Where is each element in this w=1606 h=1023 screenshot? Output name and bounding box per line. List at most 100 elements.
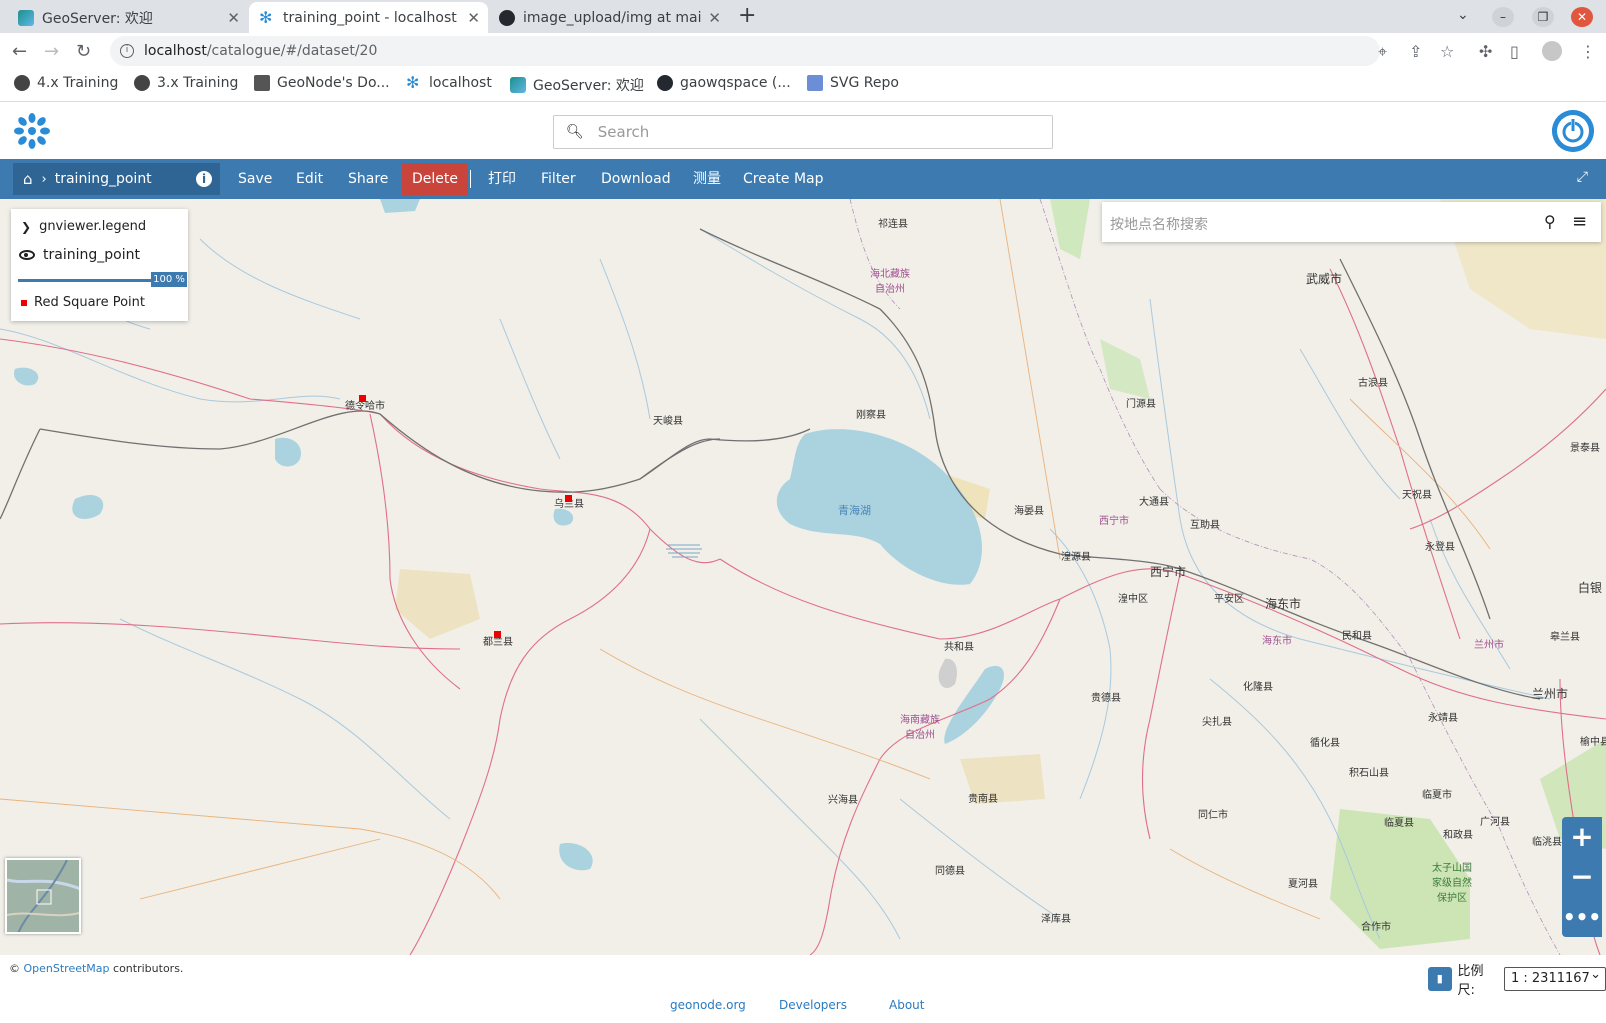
svg-repo-icon bbox=[807, 75, 823, 91]
site-info-icon[interactable]: i bbox=[120, 44, 134, 58]
footer-link-developers[interactable]: Developers bbox=[779, 998, 847, 1012]
hamburger-menu-icon[interactable]: ≡ bbox=[1572, 211, 1587, 232]
minimize-icon[interactable]: – bbox=[1492, 7, 1514, 27]
map-label-hualong: 化隆县 bbox=[1243, 682, 1273, 693]
download-button[interactable]: Download bbox=[601, 159, 671, 199]
map-viewer[interactable]: 祁连县 海北藏族 自治州 武威市 古浪县 门源县 德令哈市 天峻县 刚察县 景泰… bbox=[0, 199, 1606, 955]
restore-icon[interactable]: ❐ bbox=[1532, 7, 1554, 27]
edit-button[interactable]: Edit bbox=[296, 159, 323, 199]
geoserver-favicon-icon bbox=[18, 9, 34, 26]
close-icon[interactable]: ✕ bbox=[467, 9, 480, 27]
side-panel-icon[interactable]: ▯ bbox=[1510, 42, 1519, 61]
footer-link-about[interactable]: About bbox=[889, 998, 924, 1012]
red-square-point[interactable] bbox=[565, 495, 572, 502]
minimap-thumbnail bbox=[7, 860, 79, 932]
print-button[interactable]: 打印 bbox=[488, 159, 516, 199]
red-square-point[interactable] bbox=[494, 631, 501, 638]
opacity-slider[interactable] bbox=[18, 279, 151, 282]
map-label-xiahe: 夏河县 bbox=[1288, 879, 1318, 890]
place-search-placeholder: 按地点名称搜索 bbox=[1110, 217, 1208, 233]
eye-icon[interactable] bbox=[19, 250, 35, 260]
share-button[interactable]: Share bbox=[348, 159, 388, 199]
map-label-lanzhou-region: 兰州市 bbox=[1474, 640, 1504, 651]
place-search-box[interactable]: 按地点名称搜索 ⚲ ≡ bbox=[1102, 202, 1601, 242]
home-icon[interactable]: ⌂ bbox=[23, 170, 33, 188]
measure-button[interactable]: 测量 bbox=[693, 159, 721, 199]
delete-button[interactable]: Delete bbox=[402, 163, 468, 195]
geonode-logo-icon[interactable] bbox=[12, 111, 52, 151]
url-host: localhost bbox=[144, 43, 207, 59]
red-square-point[interactable] bbox=[359, 395, 366, 402]
map-label-wuwei: 武威市 bbox=[1306, 272, 1343, 286]
zoom-in-button[interactable]: + bbox=[1562, 817, 1602, 857]
map-label-linxia-county: 临夏县 bbox=[1384, 818, 1414, 829]
power-icon[interactable] bbox=[1552, 110, 1594, 152]
share-icon[interactable]: ⇪ bbox=[1409, 42, 1422, 61]
bookmark-star-icon[interactable]: ☆ bbox=[1440, 42, 1454, 61]
close-window-icon[interactable]: ✕ bbox=[1571, 7, 1593, 27]
profile-avatar-icon[interactable] bbox=[1542, 41, 1562, 61]
map-label-lintao: 临洮县 bbox=[1532, 837, 1562, 848]
bookmark-3x-training[interactable]: 3.x Training bbox=[134, 75, 238, 91]
red-square-symbol-icon bbox=[21, 299, 27, 306]
fullscreen-icon[interactable]: ⤢ bbox=[1577, 169, 1588, 185]
scale-select[interactable]: 1 : 2311167 bbox=[1503, 964, 1606, 991]
bookmarks-bar: 4.x Training 3.x Training GeoNode's Do..… bbox=[0, 70, 1606, 102]
footer-link-geonode[interactable]: geonode.org bbox=[670, 998, 746, 1012]
zoom-out-button[interactable]: − bbox=[1562, 857, 1602, 897]
create-map-button[interactable]: Create Map bbox=[743, 159, 824, 199]
bookmark-geonode-docs[interactable]: GeoNode's Do... bbox=[254, 75, 390, 91]
url-field[interactable]: i localhost/catalogue/#/dataset/20 bbox=[110, 36, 1380, 66]
tab-training-point[interactable]: ✻ training_point - localhost ✕ bbox=[249, 2, 488, 33]
map-label-yuzhong: 榆中县 bbox=[1580, 737, 1606, 748]
scale-toggle-icon[interactable]: ▮ bbox=[1428, 967, 1452, 991]
new-tab-icon[interactable]: + bbox=[738, 5, 756, 27]
overview-minimap[interactable] bbox=[5, 858, 81, 934]
tab-geoserver[interactable]: GeoServer: 欢迎 ✕ bbox=[8, 2, 248, 33]
legend-panel: ❯ gnviewer.legend training_point 100 % R… bbox=[11, 209, 188, 321]
map-label-lanzhou: 兰州市 bbox=[1532, 687, 1569, 701]
info-icon[interactable]: i bbox=[196, 171, 212, 187]
filter-button[interactable]: Filter bbox=[541, 159, 576, 199]
map-label-tongren: 同仁市 bbox=[1198, 810, 1228, 821]
map-label-taizishan: 太子山国 家级自然 保护区 bbox=[1432, 863, 1472, 904]
layer-name: training_point bbox=[43, 247, 140, 263]
scale-label: 比例尺: bbox=[1457, 964, 1484, 998]
opacity-value[interactable]: 100 % bbox=[151, 272, 187, 287]
bookmark-4x-training[interactable]: 4.x Training bbox=[14, 75, 118, 91]
close-icon[interactable]: ✕ bbox=[227, 9, 240, 27]
search-icon[interactable]: ⚲ bbox=[1544, 212, 1556, 231]
forward-icon[interactable]: → bbox=[44, 41, 59, 62]
scale-control: ▮ 比例尺: 1 : 2311167 bbox=[1428, 960, 1606, 998]
tab-list-chevron-icon[interactable]: ⌄ bbox=[1457, 7, 1469, 23]
bookmark-localhost[interactable]: ✻ localhost bbox=[406, 75, 492, 92]
bookmark-gaowqspace[interactable]: gaowqspace (... bbox=[657, 75, 791, 91]
back-icon[interactable]: ← bbox=[12, 41, 27, 62]
extensions-icon[interactable]: ✣ bbox=[1479, 42, 1492, 61]
chevron-right-icon: › bbox=[41, 171, 47, 187]
global-search-input[interactable]: 🔍︎ Search bbox=[553, 115, 1053, 149]
location-icon[interactable]: ⌖ bbox=[1378, 42, 1387, 62]
reload-icon[interactable]: ↻ bbox=[76, 41, 91, 62]
close-icon[interactable]: ✕ bbox=[708, 9, 721, 27]
map-label-hezuo: 合作市 bbox=[1361, 922, 1391, 933]
copyright-symbol: © bbox=[9, 962, 20, 975]
map-label-baiyin: 白银 bbox=[1578, 581, 1603, 595]
breadcrumb: ⌂ › training_point i bbox=[13, 163, 220, 195]
tab-github[interactable]: image_upload/img at mai ✕ bbox=[489, 2, 729, 33]
chevron-down-icon[interactable]: ❯ bbox=[21, 220, 31, 234]
bookmark-svg-repo[interactable]: SVG Repo bbox=[807, 75, 899, 91]
kebab-menu-icon[interactable]: ⋮ bbox=[1580, 42, 1596, 61]
map-label-guanghe: 广河县 bbox=[1480, 817, 1510, 828]
openstreetmap-link[interactable]: OpenStreetMap bbox=[24, 962, 110, 975]
legend-header[interactable]: ❯ gnviewer.legend bbox=[21, 219, 146, 234]
map-label-jianzha: 尖扎县 bbox=[1202, 717, 1232, 728]
bookmark-geoserver[interactable]: GeoServer: 欢迎 bbox=[510, 75, 644, 95]
globe-icon bbox=[134, 75, 150, 91]
more-options-button[interactable]: ••• bbox=[1562, 897, 1602, 937]
map-attribution: © OpenStreetMap contributors. bbox=[9, 962, 183, 975]
save-button[interactable]: Save bbox=[238, 159, 272, 199]
attribution-suffix: contributors. bbox=[113, 962, 184, 975]
legend-item-label: Red Square Point bbox=[34, 295, 146, 310]
bookmark-label: localhost bbox=[429, 75, 492, 91]
